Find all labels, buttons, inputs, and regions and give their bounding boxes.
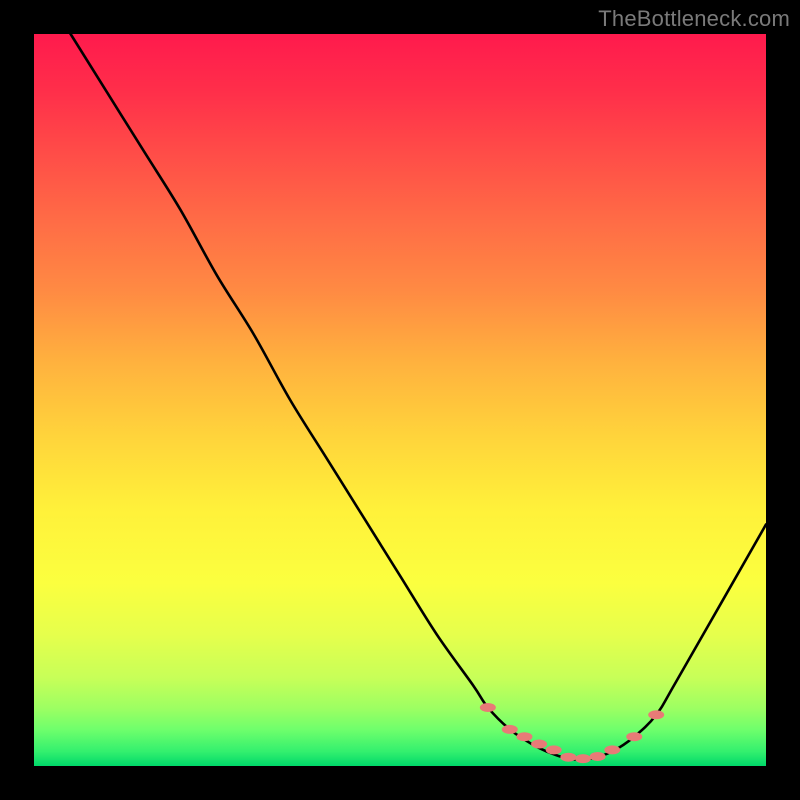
highlight-dots xyxy=(480,703,664,763)
bottleneck-curve xyxy=(34,0,766,760)
watermark-text: TheBottleneck.com xyxy=(598,6,790,32)
highlight-dot xyxy=(516,732,532,741)
highlight-dot xyxy=(575,754,591,763)
highlight-dot xyxy=(604,745,620,754)
chart-stage: TheBottleneck.com xyxy=(0,0,800,800)
highlight-dot xyxy=(480,703,496,712)
highlight-dot xyxy=(590,752,606,761)
curve-svg xyxy=(34,34,766,766)
highlight-dot xyxy=(531,740,547,749)
plot-area xyxy=(34,34,766,766)
highlight-dot xyxy=(626,732,642,741)
highlight-dot xyxy=(502,725,518,734)
highlight-dot xyxy=(546,745,562,754)
highlight-dot xyxy=(560,753,576,762)
highlight-dot xyxy=(648,710,664,719)
